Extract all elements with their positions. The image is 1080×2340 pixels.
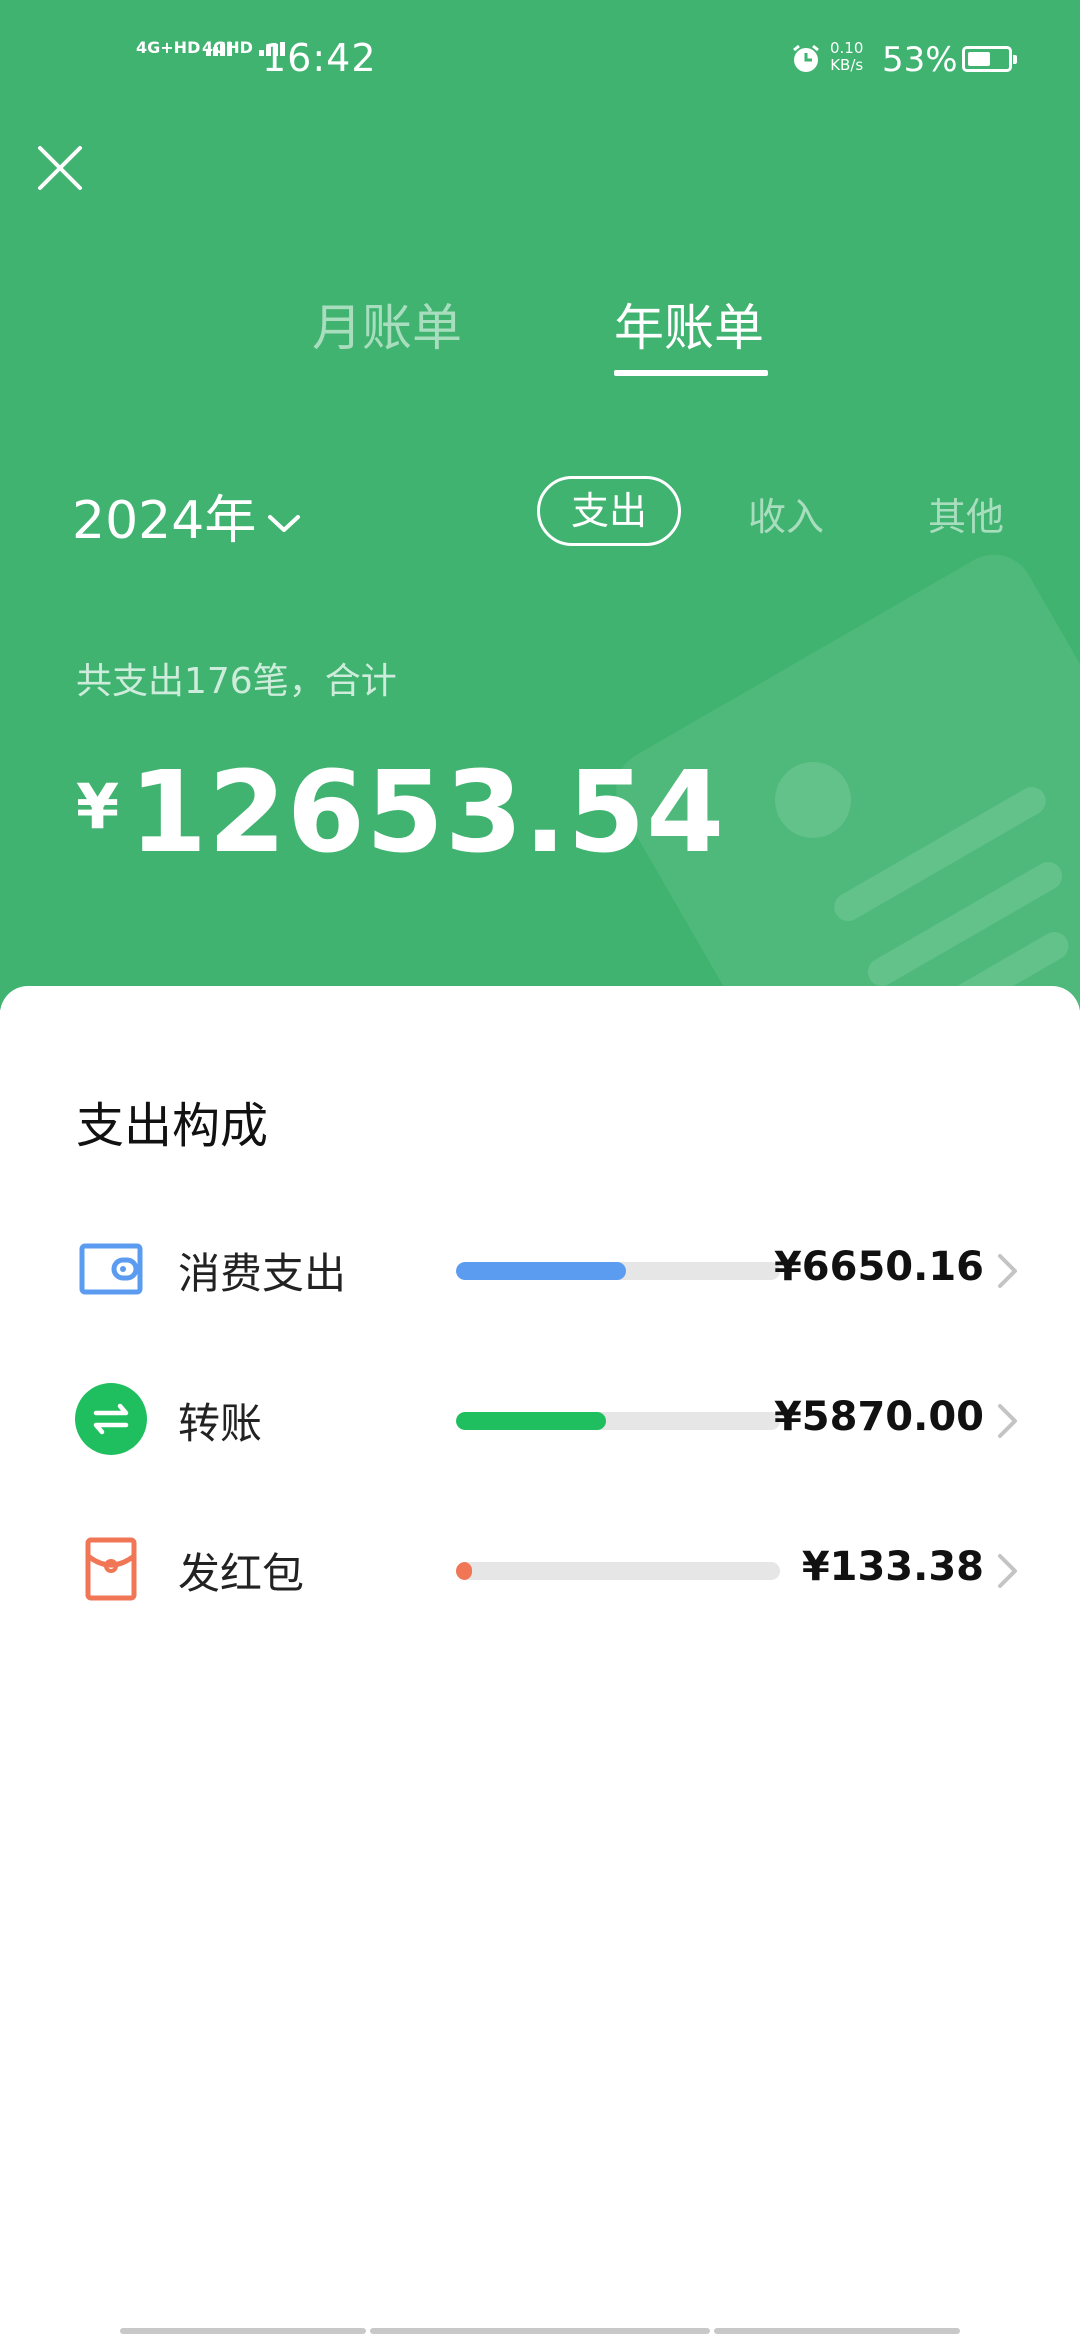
composition-item-label: 发红包 — [178, 1549, 305, 1598]
composition-item-value: ¥6650.16 — [773, 1244, 984, 1290]
progress-track — [456, 1562, 780, 1580]
year-selector-label: 2024年 — [72, 491, 257, 551]
signal-label: 4GHD — [202, 38, 253, 57]
clock: 16:42 — [262, 36, 377, 80]
gesture-bar — [120, 2328, 366, 2334]
battery-nub — [1013, 55, 1017, 64]
header-panel: 4G+HD 4GHD 16:42 0.10 KB/s 53% 月账单 年账单 2… — [0, 0, 1080, 1010]
alarm-icon — [793, 44, 819, 72]
composition-row-red-envelope[interactable]: 发红包 ¥133.38 — [0, 1532, 1080, 1632]
progress-fill — [456, 1262, 627, 1280]
progress-fill — [456, 1412, 607, 1430]
filter-income[interactable]: 收入 — [748, 486, 824, 541]
progress-fill — [456, 1562, 472, 1580]
gesture-bar — [714, 2328, 960, 2334]
composition-title: 支出构成 — [76, 1098, 269, 1154]
composition-row-transfer[interactable]: 转账 ¥5870.00 — [0, 1382, 1080, 1482]
progress-track — [456, 1412, 780, 1430]
battery-icon — [962, 46, 1017, 72]
composition-item-value: ¥133.38 — [801, 1544, 984, 1590]
tab-monthly-bill[interactable]: 月账单 — [312, 288, 462, 360]
transfer-icon — [75, 1383, 147, 1455]
gesture-bar — [370, 2328, 710, 2334]
composition-sheet — [0, 986, 1080, 2340]
currency-symbol: ¥ — [76, 770, 120, 843]
year-selector[interactable]: 2024年 — [72, 478, 302, 553]
progress-track — [456, 1262, 780, 1280]
composition-item-label: 转账 — [178, 1399, 263, 1448]
tab-yearly-bill[interactable]: 年账单 — [614, 288, 764, 360]
filter-expense[interactable]: 支出 — [537, 476, 681, 546]
chevron-right-icon — [998, 1254, 1017, 1288]
composition-item-label: 消费支出 — [178, 1249, 347, 1298]
filter-other[interactable]: 其他 — [928, 486, 1004, 541]
decorative-dot — [775, 762, 851, 838]
chevron-right-icon — [998, 1404, 1017, 1438]
total-amount-value: 12653.54 — [129, 748, 726, 878]
signal-label: 4G+HD — [136, 38, 201, 57]
status-bar: 4G+HD 4GHD 16:42 0.10 KB/s 53% — [0, 0, 1080, 120]
total-amount: ¥12653.54 — [76, 748, 725, 878]
wallet-icon — [79, 1243, 143, 1295]
active-tab-underline — [614, 370, 768, 376]
network-speed: 0.10 KB/s — [830, 40, 863, 74]
chevron-right-icon — [998, 1554, 1017, 1588]
network-speed-value: 0.10 — [830, 39, 864, 57]
composition-row-consumption[interactable]: 消费支出 ¥6650.16 — [0, 1232, 1080, 1332]
red-envelope-icon — [85, 1537, 137, 1601]
composition-item-value: ¥5870.00 — [773, 1394, 984, 1440]
battery-level — [968, 52, 990, 66]
chevron-down-icon — [268, 515, 301, 532]
network-speed-unit: KB/s — [830, 56, 864, 74]
battery-percentage: 53% — [882, 40, 958, 80]
summary-text: 共支出176笔，合计 — [76, 661, 397, 702]
close-icon[interactable] — [32, 140, 88, 196]
